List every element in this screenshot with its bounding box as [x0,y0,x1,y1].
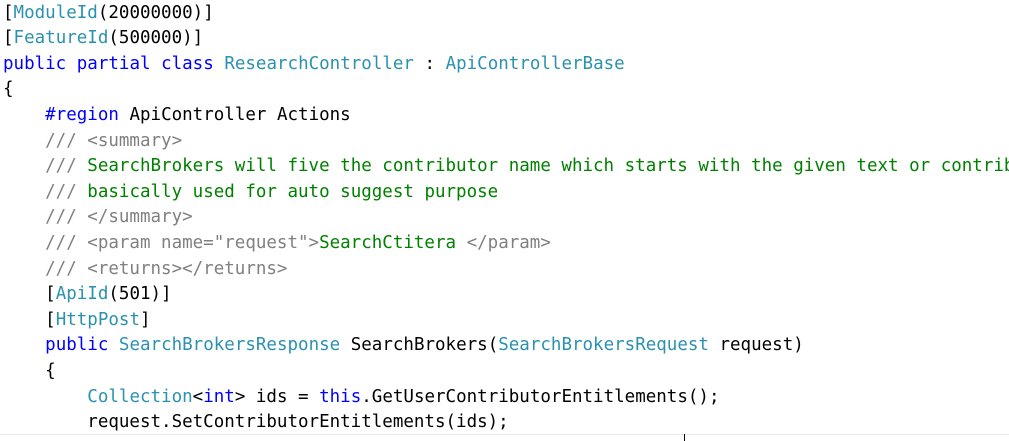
code-line: [ApiId(501)] [3,282,172,308]
code-token-plain: { [3,79,14,100]
code-token-keyword: public [3,53,67,74]
code-line: /// basically used for auto suggest purp… [3,180,498,206]
code-line: public partial class ResearchController … [3,52,625,78]
code-line: /// SearchBrokers will five the contribu… [3,154,1009,180]
code-token-plain: > ids = [234,386,320,407]
code-token-type: ModuleId [13,2,98,23]
code-line: Collection<int> ids = this.GetUserContri… [3,385,720,411]
code-line: /// <returns></returns> [3,257,287,283]
code-line: /// <param name="request">SearchCtitera … [3,231,551,257]
code-token-type: Collection [87,386,193,407]
code-line: [HttpPost] [3,308,151,334]
code-line: { [3,359,56,385]
code-token-plain: ] [139,309,151,330]
code-line: /// </summary> [3,205,193,231]
code-line: { [3,77,14,103]
code-token-type: SearchBrokersRequest [498,335,709,356]
code-token-plain: { [3,360,56,381]
code-token-keyword: this [319,386,362,407]
code-line: [ModuleId(20000000)] [3,1,214,27]
code-token-xmldoc: /// </summary> [3,207,193,228]
code-token-xmldoc: /// [3,156,88,177]
code-token-plain: SearchBrokers( [340,335,499,356]
code-token-xmldoc: /// [3,181,88,202]
code-token-xmldoc: /// <param name="request"> [3,232,320,253]
code-line: /// <summary> [3,129,182,155]
code-token-keyword: partial [76,53,151,74]
code-token-xmldoc: </param> [466,232,551,253]
code-token-plain: [ [3,284,56,305]
code-token-keyword: class [161,53,214,74]
code-token-plain: (20000000)] [97,2,214,23]
code-token-comment: SearchCtitera [319,232,467,253]
code-token-type: HttpPost [55,309,140,330]
code-token-type: ApiControllerBase [445,53,625,74]
editor-bottom-divider [0,434,1009,435]
text-caret [684,434,685,441]
code-token-keyword: public [45,335,109,356]
code-token-plain: request.SetContributorEntitlements(ids); [3,412,509,433]
code-token-plain: : [413,53,446,74]
code-token-keyword: int [203,386,235,407]
code-token-plain: .GetUserContributorEntitlements(); [361,386,720,407]
code-token-plain: < [192,386,204,407]
code-token-comment: SearchBrokers will five the contributor … [87,156,1009,177]
code-token-type: ApiId [55,284,109,305]
code-line: [FeatureId(500000)] [3,26,203,52]
code-token-type: SearchBrokersResponse [118,335,341,356]
code-token-plain: (501)] [108,284,172,305]
code-token-plain: [ [3,28,14,49]
code-token-plain: ApiController Actions [118,104,351,125]
code-token-plain: [ [3,2,14,23]
code-token-type: ResearchController [224,53,414,74]
code-token-plain: request) [708,335,804,356]
code-editor[interactable]: [ModuleId(20000000)] [FeatureId(500000)] p… [0,0,1009,441]
code-token-comment: basically used for auto suggest purpose [87,181,499,202]
code-line: #region ApiController Actions [3,103,351,129]
code-token-xmldoc: /// <summary> [3,130,183,151]
code-token-xmldoc: /// <returns></returns> [3,258,288,279]
code-token-plain: [ [3,309,56,330]
code-line: public SearchBrokersResponse SearchBroke… [3,333,804,359]
code-token-type: FeatureId [13,28,109,49]
code-token-plain: (500000)] [108,28,204,49]
code-token-directive: #region [45,104,119,125]
